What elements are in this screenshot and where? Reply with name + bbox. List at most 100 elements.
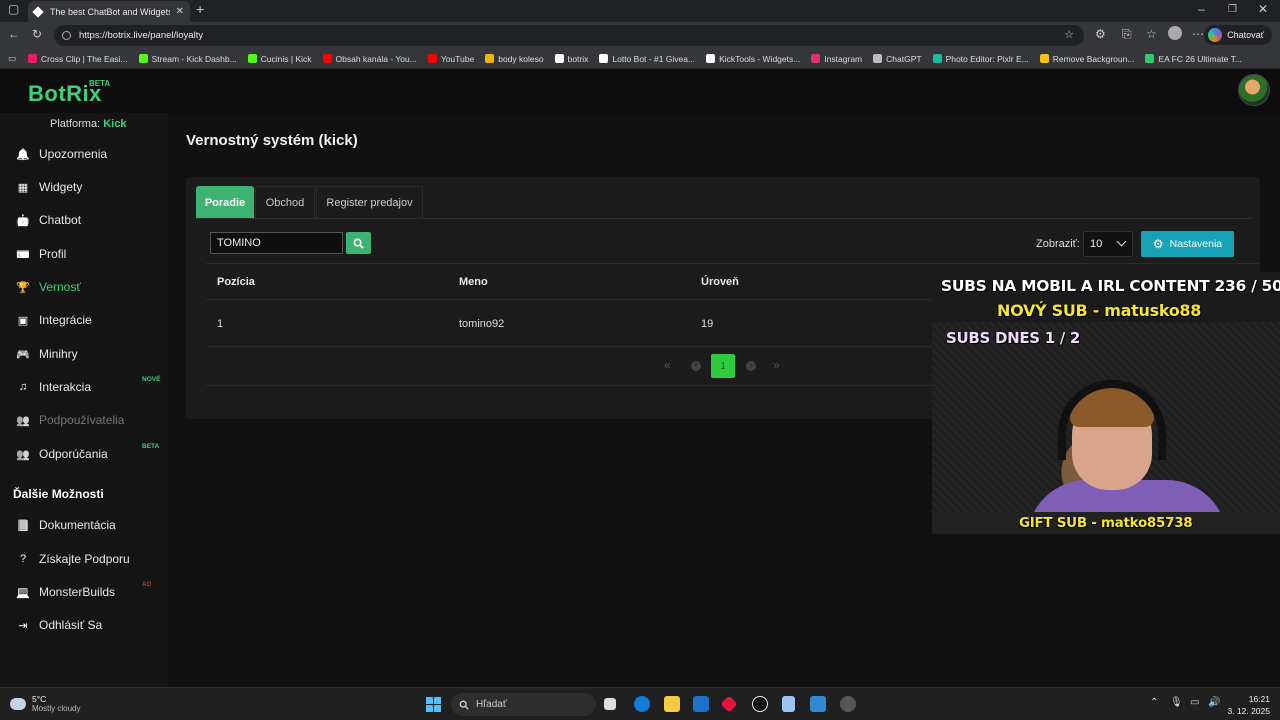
chat-button-label: Chatovať (1227, 30, 1264, 40)
sidebar-item-vernos-[interactable]: 🏆 Vernosť (16, 280, 81, 294)
maximize-icon[interactable]: ❐ (1228, 4, 1237, 15)
reading-list-icon[interactable]: ▭ (8, 53, 16, 64)
bookmark-item[interactable]: ChatGPT (873, 54, 922, 64)
bookmark-item[interactable]: KickTools - Widgets... (706, 54, 800, 64)
weather-widget[interactable]: 5°C Mostly cloudy (10, 694, 80, 713)
notepad-icon[interactable] (782, 696, 795, 712)
display-icon[interactable]: ▭ (1190, 697, 1199, 708)
user-avatar[interactable] (1238, 74, 1270, 106)
search-button[interactable] (346, 232, 371, 254)
app-diamond-icon[interactable] (720, 695, 738, 713)
edge-icon[interactable] (634, 696, 650, 712)
pagination-prev[interactable]: ‹ (691, 361, 701, 371)
tab-sales-register[interactable]: Register predajov (316, 186, 423, 218)
pagination-last[interactable]: » (773, 358, 780, 372)
sidebar-item-dokument-cia[interactable]: 📘 Dokumentácia (16, 518, 116, 532)
microphone-icon[interactable]: 🎙 (1170, 697, 1183, 708)
sidebar-badge: BETA (142, 443, 160, 450)
new-tab-button[interactable]: + (196, 1, 204, 17)
browser-tab[interactable]: The best ChatBot and Widgets fo ✕ (28, 1, 190, 22)
search-icon (459, 700, 469, 710)
sidebar-item-label: Interakcia (39, 380, 92, 394)
tiktok-icon[interactable] (752, 696, 768, 712)
extensions-icon[interactable]: ⚙ (1095, 27, 1106, 41)
bookmark-item[interactable]: EA FC 26 Ultimate T... (1145, 53, 1242, 64)
sidebar-item-z-skajte-podporu[interactable]: ? Získajte Podporu (16, 552, 130, 566)
gift-sub-text: GIFT SUB - matko85738 (1019, 515, 1193, 531)
bookmark-label: Photo Editor: Pixlr E... (945, 53, 1029, 64)
profile-avatar-icon[interactable] (1168, 26, 1182, 40)
windows-start-icon[interactable] (426, 697, 441, 712)
store-icon[interactable] (693, 696, 709, 712)
page-size-label: Zobraziť: (1036, 238, 1080, 250)
site-info-icon[interactable] (62, 31, 71, 40)
bookmark-item[interactable]: Cross Clip | The Easi... (28, 54, 128, 64)
sidebar-item-chatbot[interactable]: 🤖 Chatbot (16, 213, 81, 227)
sidebar-item-widgety[interactable]: ▦ Widgety (16, 180, 83, 194)
bookmark-favicon-icon (322, 54, 332, 63)
bookmark-item[interactable]: YouTube (427, 53, 475, 64)
tab-ranking[interactable]: Poradie (196, 186, 254, 218)
bookmark-item[interactable]: Lotto Bot - #1 Givea... (599, 54, 695, 64)
bookmark-label: YouTube (440, 53, 475, 64)
sidebar-item-interakcia[interactable]: ♫ Interakcia (16, 380, 91, 394)
bookmark-item[interactable]: body koleso (485, 54, 544, 64)
sidebar-item-odpor-ania[interactable]: 👥 Odporúčania (16, 447, 108, 461)
bookmark-label: Remove Backgroun... (1052, 53, 1135, 64)
window-close-icon[interactable]: ✕ (1258, 2, 1268, 16)
sidebar-item-profil[interactable]: 🪪 Profil (16, 247, 66, 261)
more-menu-icon[interactable]: ⋯ (1192, 27, 1204, 41)
tab-close-icon[interactable]: ✕ (176, 6, 184, 17)
column-header-name[interactable]: Meno (459, 276, 488, 288)
bookmark-label: EA FC 26 Ultimate T... (1158, 53, 1242, 64)
minimize-icon[interactable]: – (1198, 2, 1205, 16)
search-input[interactable] (210, 232, 343, 254)
app-tray-icon[interactable] (840, 696, 856, 712)
tray-expand-icon[interactable]: ⌃ (1150, 697, 1158, 708)
sidebar-item-monsterbuilds[interactable]: 💻 MonsterBuilds (16, 585, 115, 599)
pagination-next[interactable]: › (746, 361, 756, 371)
page-size-select[interactable]: 10 (1083, 231, 1133, 257)
sub-goal-text: SUBS NA MOBIL A IRL CONTENT 236 / 500 (941, 277, 1280, 295)
column-header-position[interactable]: Pozícia (217, 276, 255, 288)
sidebar-item-integr-cie[interactable]: ▣ Integrácie (16, 313, 92, 327)
browser-tab-bar: ▢ The best ChatBot and Widgets fo ✕ + – … (0, 0, 1280, 22)
bookmark-item[interactable]: Obsah kanála - You... (322, 54, 417, 64)
taskbar-search[interactable]: Hľadať (451, 693, 596, 716)
bookmark-item[interactable]: Remove Backgroun... (1039, 53, 1135, 64)
favorite-star-icon[interactable]: ☆ (1064, 28, 1074, 41)
sidebar-item-label: Integrácie (39, 313, 92, 327)
sidebar-item-odhl-si-sa[interactable]: ⇥ Odhlásiť Sa (16, 618, 102, 632)
sidebar-item-minihry[interactable]: 🎮 Minihry (16, 347, 78, 361)
file-explorer-icon[interactable] (664, 696, 680, 712)
address-bar[interactable]: https://botrix.live/panel/loyalty ☆ (54, 25, 1084, 46)
bookmark-item[interactable]: botrix (554, 54, 588, 64)
system-clock[interactable]: 16:21 3. 12. 2025 (1227, 693, 1270, 717)
pagination-first[interactable]: « (664, 358, 671, 372)
tab-shop[interactable]: Obchod (255, 186, 315, 218)
settings-button[interactable]: ⚙ Nastavenia (1141, 231, 1234, 257)
copilot-chat-button[interactable]: Chatovať (1204, 25, 1272, 45)
volume-icon[interactable]: 🔊 (1208, 697, 1220, 708)
bookmarks-bar: ▭ Cross Clip | The Easi... Stream - Kick … (0, 49, 1280, 69)
url-text[interactable]: https://botrix.live/panel/loyalty (79, 30, 203, 41)
sidebar-item-label: Dokumentácia (39, 518, 116, 532)
favorites-icon[interactable]: ☆ (1146, 27, 1157, 41)
bookmark-item[interactable]: Cucinis | Kick (247, 54, 312, 64)
column-header-level[interactable]: Úroveň (701, 276, 739, 288)
pagination-current-page[interactable]: 1 (711, 354, 735, 378)
cell-level: 19 (701, 318, 714, 330)
task-view-icon[interactable] (604, 698, 616, 710)
app-window-icon[interactable] (810, 696, 826, 712)
bookmark-favicon-icon (427, 54, 437, 63)
bookmark-item[interactable]: Stream - Kick Dashb... (138, 54, 237, 64)
bookmark-item[interactable]: Photo Editor: Pixlr E... (932, 53, 1029, 64)
sidebar-item-label: Odhlásiť Sa (39, 618, 103, 632)
sidebar-item-podpou-vatelia[interactable]: 👥 Podpoužívatelia (16, 413, 124, 427)
bookmark-item[interactable]: Instagram (811, 54, 862, 64)
refresh-icon[interactable]: ↻ (32, 27, 42, 41)
back-icon[interactable]: ← (8, 27, 20, 41)
window-menu-icon[interactable]: ▢ (8, 2, 19, 16)
collections-icon[interactable]: ⎘ (1122, 27, 1132, 42)
sidebar-item-upozornenia[interactable]: 🔔 Upozornenia (16, 147, 107, 161)
